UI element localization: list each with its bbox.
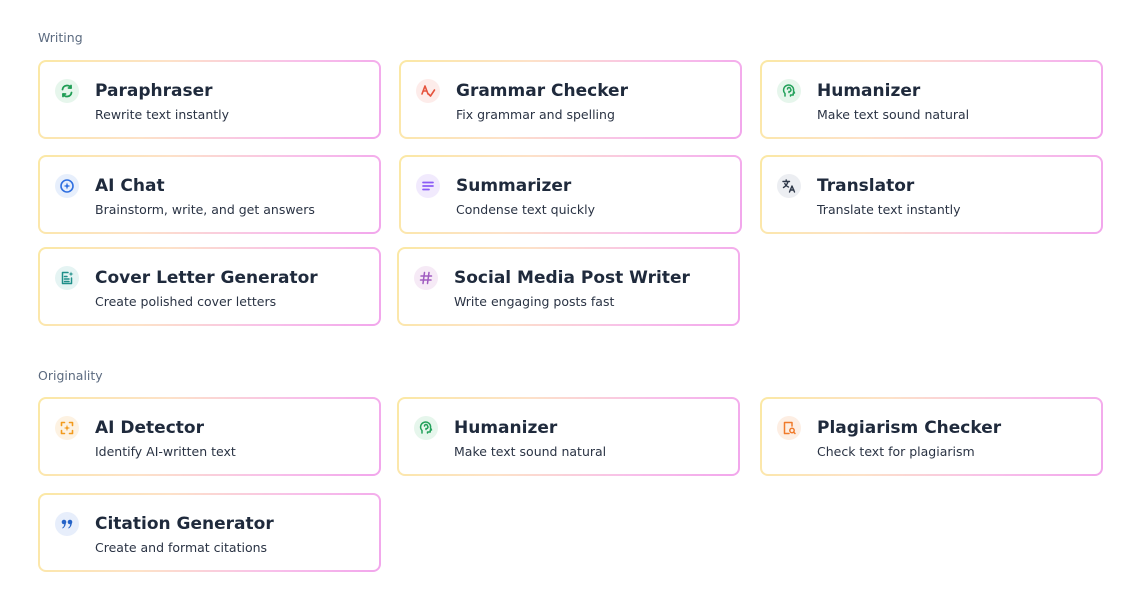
section-title-writing: Writing: [38, 30, 83, 45]
tool-description: Translate text instantly: [817, 202, 961, 217]
chat-sparkle-icon: [55, 174, 79, 198]
tool-title: Cover Letter Generator: [95, 268, 318, 288]
tool-description: Make text sound natural: [817, 107, 970, 122]
translate-icon: [777, 174, 801, 198]
tool-card-ai-detector[interactable]: AI Detector Identify AI-written text: [38, 397, 381, 476]
tool-description: Brainstorm, write, and get answers: [95, 202, 315, 217]
tool-title: Grammar Checker: [456, 81, 628, 101]
tool-card-translator[interactable]: Translator Translate text instantly: [760, 155, 1103, 234]
tool-card-paraphraser[interactable]: Paraphraser Rewrite text instantly: [38, 60, 381, 139]
brain-icon: [777, 79, 801, 103]
tool-card-ai-chat[interactable]: AI Chat Brainstorm, write, and get answe…: [38, 155, 381, 234]
tool-title: Translator: [817, 176, 915, 196]
paraphraser-icon: [55, 79, 79, 103]
tool-description: Write engaging posts fast: [454, 294, 615, 309]
tool-description: Rewrite text instantly: [95, 107, 230, 122]
tool-card-social-media-post-writer[interactable]: Social Media Post Writer Write engaging …: [397, 247, 740, 326]
document-search-icon: [777, 416, 801, 440]
tool-title: Social Media Post Writer: [454, 268, 690, 288]
scan-sparkle-icon: [55, 416, 79, 440]
tool-description: Condense text quickly: [456, 202, 595, 217]
tool-description: Create and format citations: [95, 540, 268, 555]
tool-title: Paraphraser: [95, 81, 213, 101]
tool-title: AI Detector: [95, 418, 204, 438]
tool-card-grammar-checker[interactable]: Grammar Checker Fix grammar and spelling: [399, 60, 742, 139]
tool-title: AI Chat: [95, 176, 165, 196]
document-sparkle-icon: [55, 266, 79, 290]
tool-card-humanizer[interactable]: Humanizer Make text sound natural: [760, 60, 1103, 139]
lines-icon: [416, 174, 440, 198]
tool-title: Citation Generator: [95, 514, 274, 534]
tool-title: Plagiarism Checker: [817, 418, 1002, 438]
grammar-icon: [416, 79, 440, 103]
tool-card-citation-generator[interactable]: Citation Generator Create and format cit…: [38, 493, 381, 572]
tool-description: Check text for plagiarism: [817, 444, 975, 459]
section-title-originality: Originality: [38, 368, 103, 383]
tool-description: Make text sound natural: [454, 444, 607, 459]
tool-card-summarizer[interactable]: Summarizer Condense text quickly: [399, 155, 742, 234]
tool-description: Create polished cover letters: [95, 294, 277, 309]
tool-card-plagiarism-checker[interactable]: Plagiarism Checker Check text for plagia…: [760, 397, 1103, 476]
tool-title: Humanizer: [454, 418, 558, 438]
tool-title: Summarizer: [456, 176, 572, 196]
quote-icon: [55, 512, 79, 536]
tool-description: Identify AI-written text: [95, 444, 236, 459]
tool-card-humanizer-originality[interactable]: Humanizer Make text sound natural: [397, 397, 740, 476]
brain-icon: [414, 416, 438, 440]
tool-title: Humanizer: [817, 81, 921, 101]
tool-description: Fix grammar and spelling: [456, 107, 615, 122]
tools-page: Writing Paraphraser Rewrite text instant…: [0, 0, 1146, 597]
hashtag-icon: [414, 266, 438, 290]
tool-card-cover-letter-generator[interactable]: Cover Letter Generator Create polished c…: [38, 247, 381, 326]
